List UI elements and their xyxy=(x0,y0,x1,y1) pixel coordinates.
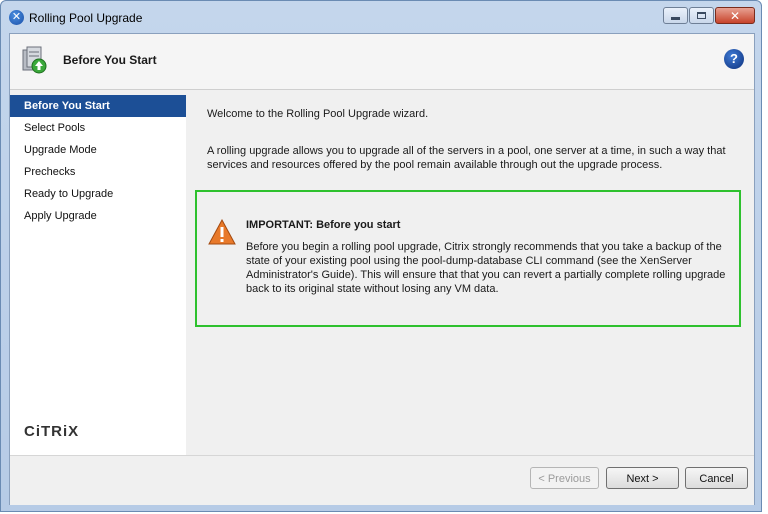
welcome-text: Welcome to the Rolling Pool Upgrade wiza… xyxy=(207,108,429,120)
close-button[interactable]: ✕ xyxy=(715,7,755,24)
xenserver-app-icon: ✕ xyxy=(9,10,24,25)
wizard-header: Before You Start ? xyxy=(10,34,754,90)
step-upgrade-mode[interactable]: Upgrade Mode xyxy=(10,139,186,161)
step-ready-to-upgrade[interactable]: Ready to Upgrade xyxy=(10,183,186,205)
minimize-icon xyxy=(671,17,680,20)
step-select-pools[interactable]: Select Pools xyxy=(10,117,186,139)
help-icon[interactable]: ? xyxy=(724,49,744,69)
window-controls: ✕ xyxy=(662,7,755,24)
maximize-button[interactable] xyxy=(689,7,714,24)
cancel-button[interactable]: Cancel xyxy=(685,467,748,489)
step-before-you-start[interactable]: Before You Start xyxy=(10,95,186,117)
window-title: Rolling Pool Upgrade xyxy=(29,11,143,25)
wizard-client-area: Before You Start ? Before You Start Sele… xyxy=(9,33,755,505)
wizard-window: ✕ Rolling Pool Upgrade ✕ Before You Star… xyxy=(0,0,762,512)
warning-icon xyxy=(208,219,236,245)
next-button[interactable]: Next > xyxy=(606,467,679,489)
page-title: Before You Start xyxy=(63,53,157,67)
wizard-content: Welcome to the Rolling Pool Upgrade wiza… xyxy=(186,95,754,455)
wizard-footer: < Previous Next > Cancel xyxy=(10,455,754,505)
previous-button[interactable]: < Previous xyxy=(530,467,599,489)
maximize-icon xyxy=(697,12,706,19)
step-prechecks[interactable]: Prechecks xyxy=(10,161,186,183)
step-apply-upgrade[interactable]: Apply Upgrade xyxy=(10,205,186,227)
important-text: Before you begin a rolling pool upgrade,… xyxy=(246,241,726,295)
important-title: IMPORTANT: Before you start xyxy=(246,219,401,231)
description-text: A rolling upgrade allows you to upgrade … xyxy=(207,145,726,171)
close-icon: ✕ xyxy=(729,8,741,23)
server-upgrade-icon xyxy=(22,46,47,74)
important-notice-box: IMPORTANT: Before you start Before you b… xyxy=(195,190,741,327)
title-bar: ✕ Rolling Pool Upgrade ✕ xyxy=(1,1,761,33)
minimize-button[interactable] xyxy=(663,7,688,24)
wizard-steps-sidebar: Before You Start Select Pools Upgrade Mo… xyxy=(10,95,187,455)
citrix-logo: CiTRiX xyxy=(24,423,80,440)
